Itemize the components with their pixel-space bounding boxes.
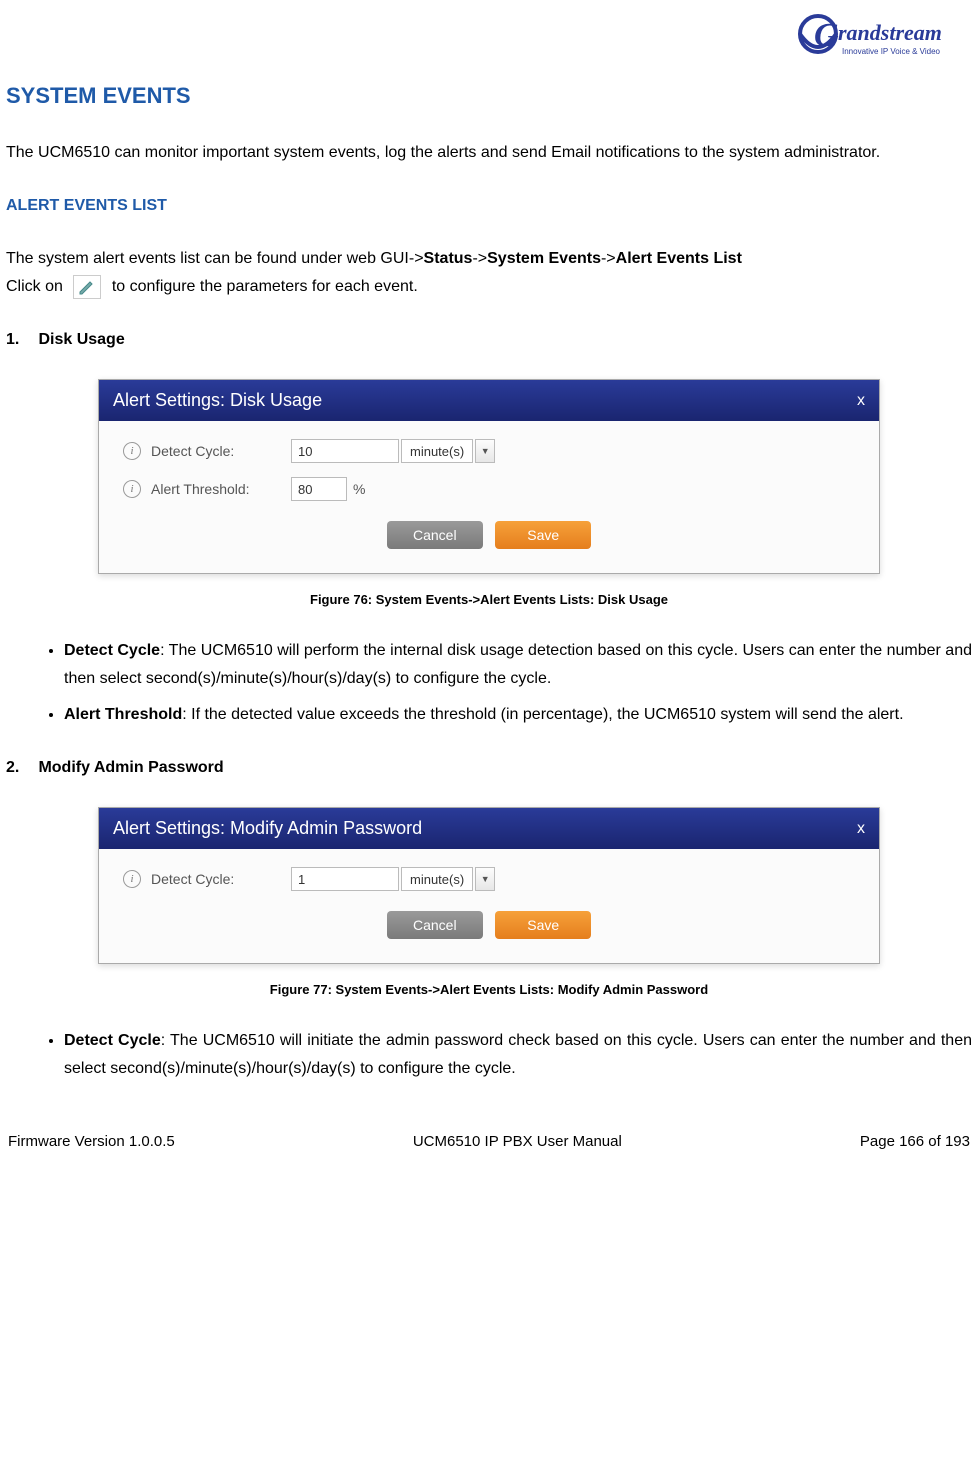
bullet-label-detect-cycle: Detect Cycle — [64, 642, 160, 659]
path-sep1: -> — [472, 250, 487, 267]
input-detect-cycle[interactable] — [291, 439, 399, 463]
label-detect-cycle-2: Detect Cycle: — [151, 871, 291, 887]
path-status: Status — [424, 250, 473, 267]
click-on-pre: Click on — [6, 278, 67, 295]
item-2-number: 2. — [6, 759, 34, 777]
click-on-post: to configure the parameters for each eve… — [112, 278, 418, 295]
footer-page-number: Page 166 of 193 — [860, 1133, 970, 1150]
list-item: Detect Cycle: The UCM6510 will perform t… — [64, 637, 972, 693]
select-time-unit[interactable]: minute(s) — [401, 439, 473, 463]
close-icon[interactable]: x — [857, 820, 865, 838]
bullet-label-alert-threshold: Alert Threshold — [64, 706, 182, 723]
heading-system-events: SYSTEM EVENTS — [6, 83, 972, 109]
dialog-modify-admin-password-header: Alert Settings: Modify Admin Password x — [99, 808, 879, 849]
bullet-text-alert-threshold: : If the detected value exceeds the thre… — [182, 706, 903, 723]
dialog-modify-admin-password-title: Alert Settings: Modify Admin Password — [113, 818, 422, 839]
row-detect-cycle-2: i Detect Cycle: minute(s) ▼ — [123, 867, 855, 891]
bullet-label-detect-cycle-2: Detect Cycle — [64, 1032, 161, 1049]
label-alert-threshold: Alert Threshold: — [151, 481, 291, 497]
label-detect-cycle: Detect Cycle: — [151, 443, 291, 459]
footer-doc-title: UCM6510 IP PBX User Manual — [413, 1133, 622, 1150]
footer-firmware-version: Firmware Version 1.0.0.5 — [8, 1133, 175, 1150]
heading-alert-events-list: ALERT EVENTS LIST — [6, 197, 972, 215]
alert-path-paragraph: The system alert events list can be foun… — [6, 245, 972, 301]
dialog-modify-admin-password: Alert Settings: Modify Admin Password x … — [98, 807, 880, 964]
path-system-events: System Events — [487, 250, 601, 267]
figure-77-caption: Figure 77: System Events->Alert Events L… — [6, 982, 972, 997]
path-pre: The system alert events list can be foun… — [6, 250, 424, 267]
bullets-disk-usage: Detect Cycle: The UCM6510 will perform t… — [6, 637, 972, 729]
intro-paragraph: The UCM6510 can monitor important system… — [6, 139, 972, 167]
path-sep2: -> — [601, 250, 616, 267]
cancel-button[interactable]: Cancel — [387, 521, 483, 549]
input-detect-cycle-2[interactable] — [291, 867, 399, 891]
info-icon[interactable]: i — [123, 480, 141, 498]
list-item: Detect Cycle: The UCM6510 will initiate … — [64, 1027, 972, 1083]
logo-tagline-text: Innovative IP Voice & Video — [842, 47, 941, 56]
dialog-disk-usage: Alert Settings: Disk Usage x i Detect Cy… — [98, 379, 880, 574]
page-footer: Firmware Version 1.0.0.5 UCM6510 IP PBX … — [6, 1103, 972, 1160]
percent-label: % — [353, 481, 365, 497]
save-button[interactable]: Save — [495, 911, 591, 939]
dialog-disk-usage-title: Alert Settings: Disk Usage — [113, 390, 322, 411]
info-icon[interactable]: i — [123, 870, 141, 888]
list-item: Alert Threshold: If the detected value e… — [64, 701, 972, 729]
select-time-unit-2[interactable]: minute(s) — [401, 867, 473, 891]
svg-text:G: G — [814, 17, 839, 54]
info-icon[interactable]: i — [123, 442, 141, 460]
edit-icon — [73, 275, 101, 299]
figure-76-caption: Figure 76: System Events->Alert Events L… — [6, 592, 972, 607]
dialog-disk-usage-header: Alert Settings: Disk Usage x — [99, 380, 879, 421]
item-1-title: Disk Usage — [38, 331, 124, 348]
chevron-down-icon[interactable]: ▼ — [475, 439, 495, 463]
row-alert-threshold: i Alert Threshold: % — [123, 477, 855, 501]
item-2-heading: 2. Modify Admin Password — [6, 759, 972, 777]
bullet-text-detect-cycle-2: : The UCM6510 will initiate the admin pa… — [64, 1032, 972, 1077]
brand-logo: G randstream Innovative IP Voice & Video — [0, 10, 974, 65]
row-detect-cycle: i Detect Cycle: minute(s) ▼ — [123, 439, 855, 463]
bullets-modify-password: Detect Cycle: The UCM6510 will initiate … — [6, 1027, 972, 1083]
chevron-down-icon[interactable]: ▼ — [475, 867, 495, 891]
bullet-text-detect-cycle: : The UCM6510 will perform the internal … — [64, 642, 972, 687]
save-button[interactable]: Save — [495, 521, 591, 549]
item-2-title: Modify Admin Password — [38, 759, 223, 776]
item-1-number: 1. — [6, 331, 34, 349]
logo-brand-text: randstream — [838, 20, 942, 45]
item-1-heading: 1. Disk Usage — [6, 331, 972, 349]
path-alert-list: Alert Events List — [616, 250, 742, 267]
cancel-button[interactable]: Cancel — [387, 911, 483, 939]
close-icon[interactable]: x — [857, 392, 865, 410]
input-alert-threshold[interactable] — [291, 477, 347, 501]
